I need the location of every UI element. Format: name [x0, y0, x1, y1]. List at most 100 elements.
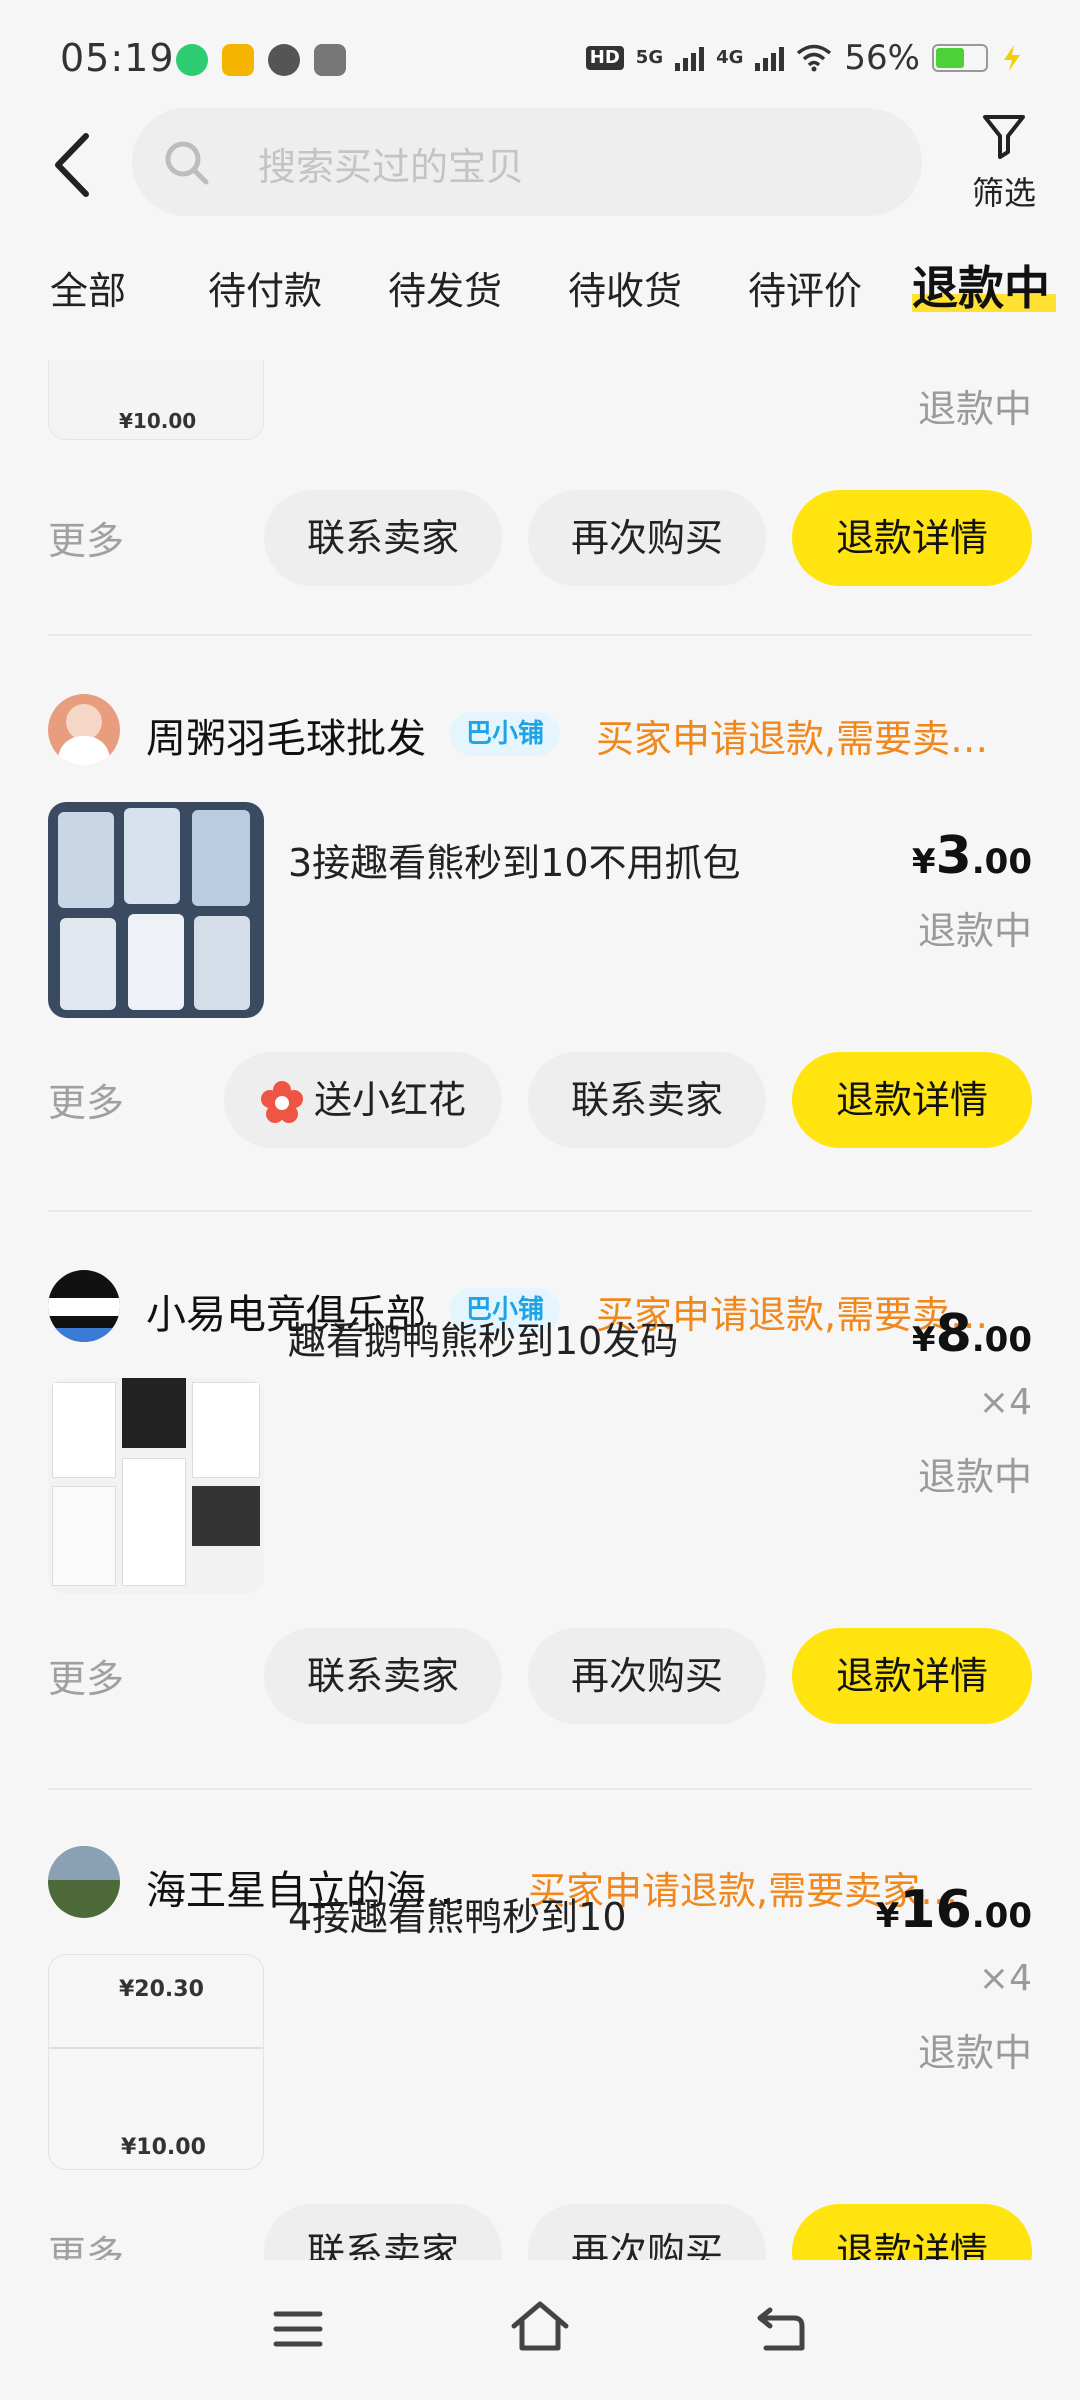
- shop-badge: 巴小铺: [450, 712, 561, 756]
- buy-again-button[interactable]: 再次购买: [528, 490, 766, 586]
- status-right: HD 5G 4G 56%: [585, 38, 1024, 78]
- order-header: 周粥羽毛球批发 巴小铺 买家申请退款,需要卖…: [48, 694, 1032, 774]
- contact-seller-button[interactable]: 联系卖家: [264, 1628, 502, 1724]
- divider: [48, 634, 1032, 636]
- more-button[interactable]: 更多: [48, 2224, 124, 2260]
- buy-again-button[interactable]: 再次购买: [528, 1628, 766, 1724]
- order-card: 周粥羽毛球批发 巴小铺 买家申请退款,需要卖… 3接趣看熊秒到10不用抓包 ¥3…: [48, 694, 1032, 1234]
- divider: [48, 1788, 1032, 1790]
- price-symbol: ¥: [911, 1320, 936, 1360]
- search-input[interactable]: 搜索买过的宝贝: [132, 108, 922, 216]
- refund-state: 退款中: [917, 387, 1032, 431]
- tab-refunding-label: 退款中: [912, 261, 1050, 315]
- refund-details-button[interactable]: 退款详情: [792, 490, 1032, 586]
- hd-indicator: HD: [585, 46, 624, 70]
- menu-icon: [273, 2311, 323, 2347]
- home-nav-button[interactable]: [508, 2298, 572, 2358]
- more-button[interactable]: 更多: [48, 1648, 124, 1703]
- more-button[interactable]: 更多: [48, 1072, 124, 1127]
- price-symbol: ¥: [875, 1896, 900, 1936]
- app-notification-icon: [176, 44, 208, 76]
- product-price: ¥8.00: [912, 1304, 1032, 1364]
- thumbnail-text: ¥20.30: [119, 1977, 204, 2002]
- signal-4g-icon: [755, 45, 785, 71]
- contact-seller-button[interactable]: 联系卖家: [264, 2204, 502, 2260]
- price-decimal: .00: [971, 842, 1032, 882]
- notification-icons: [176, 44, 346, 76]
- send-flower-label: 送小红花: [313, 1078, 466, 1122]
- tab-all[interactable]: 全部: [50, 260, 126, 315]
- mail-notification-icon: [222, 44, 254, 76]
- chevron-left-icon: [55, 133, 89, 197]
- shop-avatar[interactable]: [48, 1270, 120, 1342]
- refund-state: 退款中: [917, 2031, 1032, 2075]
- menu-nav-button[interactable]: [272, 2306, 324, 2356]
- back-button[interactable]: [50, 130, 100, 210]
- app-notification-icon-2: [314, 44, 346, 76]
- refund-details-button[interactable]: 退款详情: [792, 1628, 1032, 1724]
- product-price: ¥3.00: [912, 826, 1032, 886]
- status-bar: 05:19 HD 5G 4G 56%: [0, 0, 1080, 120]
- thumbnail-text: ¥10.00: [121, 2135, 206, 2160]
- product-price: ¥16.00: [876, 1880, 1032, 1940]
- search-placeholder: 搜索买过的宝贝: [258, 145, 525, 189]
- order-list[interactable]: ¥10.00 退款中 更多 联系卖家 再次购买 退款详情 周粥羽毛球批发 巴小铺…: [0, 360, 1080, 2260]
- refund-details-button[interactable]: 退款详情: [792, 1052, 1032, 1148]
- order-card: 小易电竞俱乐部 巴小铺 买家申请退款,需要卖… 趣看鹅鸭熊秒到10发码 ¥8.0…: [48, 1270, 1032, 1810]
- back-nav-button[interactable]: [754, 2306, 806, 2358]
- product-thumbnail[interactable]: ¥20.30 ¥10.00: [48, 1954, 264, 2170]
- product-quantity: ×4: [978, 1382, 1032, 1423]
- charging-icon: [1004, 45, 1020, 71]
- order-card: 海王星自立的海… 买家申请退款,需要卖家… ¥20.30 ¥10.00 4接趣看…: [48, 1846, 1032, 2260]
- battery-percent: 56%: [844, 38, 920, 78]
- price-integer: 3: [935, 826, 972, 886]
- refund-state: 退款中: [917, 1455, 1032, 1499]
- tab-pending-payment[interactable]: 待付款: [208, 260, 322, 315]
- system-nav-bar: [0, 2260, 1080, 2400]
- signal-5g-icon: [675, 45, 705, 71]
- price-decimal: .00: [971, 1320, 1032, 1360]
- filter-label: 筛选: [971, 174, 1036, 212]
- home-icon: [511, 2301, 569, 2351]
- thumbnail-text: ¥10.00: [119, 409, 197, 433]
- wifi-icon: [797, 44, 832, 72]
- shop-name[interactable]: 周粥羽毛球批发: [146, 706, 426, 764]
- buy-again-button[interactable]: 再次购买: [528, 2204, 766, 2260]
- tab-pending-receipt[interactable]: 待收货: [568, 260, 682, 315]
- filter-button[interactable]: 筛选: [964, 112, 1044, 214]
- product-title[interactable]: 4接趣看熊鸭秒到10: [288, 1886, 627, 1941]
- search-icon: [165, 141, 209, 185]
- back-icon: [757, 2307, 805, 2351]
- tab-refunding[interactable]: 退款中: [912, 252, 1056, 318]
- tab-pending-shipment[interactable]: 待发货: [388, 260, 502, 315]
- price-decimal: .00: [971, 1896, 1032, 1936]
- contact-seller-button[interactable]: 联系卖家: [264, 490, 502, 586]
- link-notification-icon: [268, 44, 300, 76]
- contact-seller-button[interactable]: 联系卖家: [528, 1052, 766, 1148]
- shop-avatar[interactable]: [48, 694, 120, 766]
- 4g-indicator: 4G: [716, 47, 744, 68]
- funnel-icon: [983, 115, 1025, 159]
- 5g-indicator: 5G: [635, 47, 664, 68]
- price-integer: 8: [935, 1304, 972, 1364]
- refund-details-button[interactable]: 退款详情: [792, 2204, 1032, 2260]
- order-tabs: 全部 待付款 待发货 待收货 待评价 退款中: [0, 250, 1080, 330]
- shop-avatar[interactable]: [48, 1846, 120, 1918]
- divider: [48, 1210, 1032, 1212]
- product-title[interactable]: 3接趣看熊秒到10不用抓包: [288, 832, 741, 887]
- battery-icon: [932, 44, 988, 72]
- product-quantity: ×4: [978, 1958, 1032, 1999]
- more-button[interactable]: 更多: [48, 510, 124, 565]
- price-symbol: ¥: [911, 842, 936, 882]
- refund-state: 退款中: [917, 909, 1032, 953]
- order-status: 买家申请退款,需要卖…: [596, 717, 989, 761]
- price-integer: 16: [899, 1880, 972, 1940]
- product-thumbnail[interactable]: [48, 802, 264, 1018]
- product-thumbnail[interactable]: [48, 1378, 264, 1594]
- send-flower-button[interactable]: 送小红花: [224, 1052, 502, 1148]
- status-time: 05:19: [60, 36, 175, 80]
- flower-icon: [260, 1080, 303, 1123]
- tab-pending-review[interactable]: 待评价: [748, 260, 862, 315]
- product-title[interactable]: 趣看鹅鸭熊秒到10发码: [288, 1310, 678, 1365]
- product-thumbnail[interactable]: ¥10.00: [48, 360, 264, 440]
